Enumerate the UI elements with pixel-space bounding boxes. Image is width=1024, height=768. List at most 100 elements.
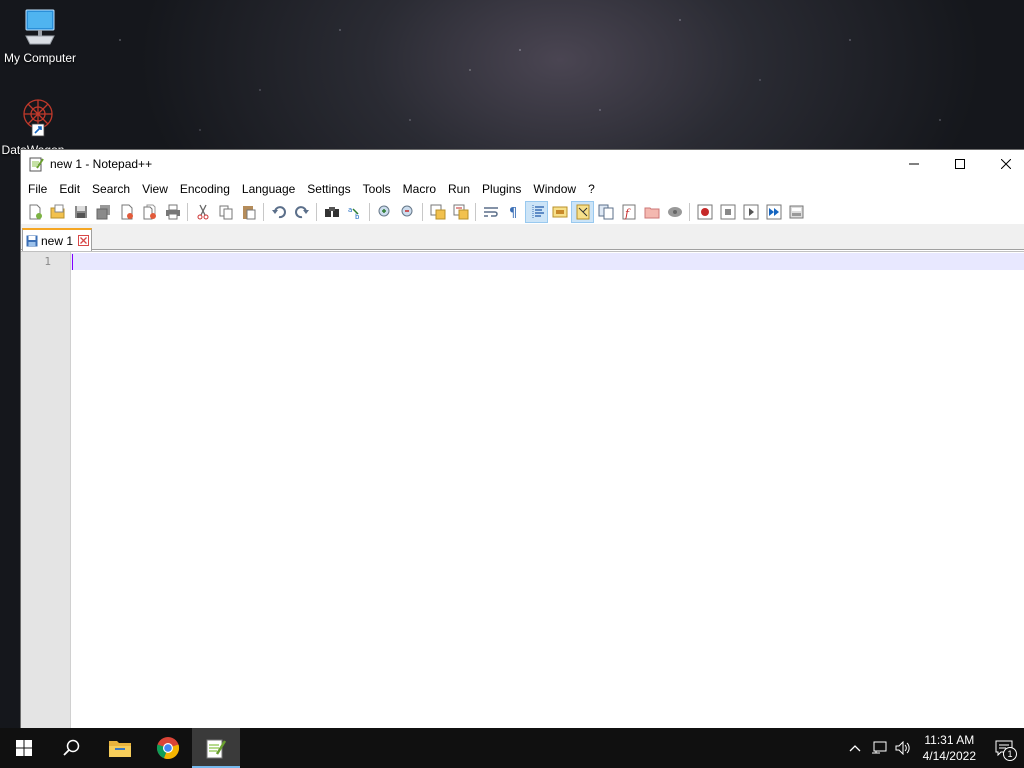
run-macro-multiple-icon [766, 204, 781, 220]
svg-text:a: a [348, 206, 352, 214]
menu-macro[interactable]: Macro [397, 178, 442, 200]
menu-language[interactable]: Language [236, 178, 301, 200]
save-button[interactable] [69, 201, 92, 223]
doc-map-icon [576, 204, 589, 220]
play-macro-button[interactable] [739, 201, 762, 223]
close-file-button[interactable] [115, 201, 138, 223]
show-all-chars-button[interactable]: ¶ [502, 201, 525, 223]
notepadpp-window: new 1 - Notepad++ File Edit Search View … [20, 149, 1024, 729]
notepadpp-taskbar-button[interactable] [192, 728, 240, 768]
replace-icon: ab [348, 206, 360, 220]
folder-workspace-button[interactable] [640, 201, 663, 223]
minimize-button[interactable] [891, 150, 937, 178]
toolbar-separator [475, 203, 476, 221]
menu-file[interactable]: File [22, 178, 53, 200]
stop-record-button[interactable] [716, 201, 739, 223]
chrome-button[interactable] [144, 728, 192, 768]
volume-button[interactable] [891, 728, 915, 768]
clock-time: 11:31 AM [924, 733, 975, 747]
run-macro-multiple-button[interactable] [762, 201, 785, 223]
function-list-button[interactable]: f [617, 201, 640, 223]
show-all-chars-icon: ¶ [509, 206, 517, 220]
menu-encoding[interactable]: Encoding [174, 178, 236, 200]
record-macro-button[interactable] [693, 201, 716, 223]
close-icon [80, 237, 87, 244]
folder-workspace-icon [644, 207, 659, 219]
paste-icon [242, 206, 255, 220]
tab-new-1[interactable]: new 1 [22, 228, 92, 251]
line-number: 1 [44, 255, 51, 268]
undo-button[interactable] [267, 201, 290, 223]
file-explorer-icon [109, 741, 131, 757]
menu-window[interactable]: Window [527, 178, 582, 200]
sync-vertical-button[interactable] [426, 201, 449, 223]
text-editor[interactable]: 1 [21, 251, 1024, 728]
maximize-icon [955, 159, 965, 169]
sync-horizontal-button[interactable] [449, 201, 472, 223]
language-icon [552, 206, 567, 218]
tab-label: new 1 [41, 233, 74, 248]
doc-list-button[interactable] [594, 201, 617, 223]
find-button[interactable] [320, 201, 343, 223]
print-button[interactable] [161, 201, 184, 223]
copy-button[interactable] [214, 201, 237, 223]
toolbar-separator [316, 203, 317, 221]
menu-settings[interactable]: Settings [301, 178, 356, 200]
zoom-in-button[interactable] [373, 201, 396, 223]
save-all-button[interactable] [92, 201, 115, 223]
new-file-button[interactable] [23, 201, 46, 223]
taskbar: 11:31 AM 4/14/2022 1 [0, 728, 1024, 768]
clock[interactable]: 11:31 AM 4/14/2022 [915, 732, 984, 764]
function-list-icon: f [622, 204, 635, 220]
cut-button[interactable] [191, 201, 214, 223]
close-all-button[interactable] [138, 201, 161, 223]
close-window-button[interactable] [983, 150, 1024, 178]
network-button[interactable] [867, 728, 891, 768]
menu-help[interactable]: ? [582, 178, 601, 200]
menu-bar: File Edit Search View Encoding Language … [21, 178, 1024, 200]
redo-icon [294, 206, 309, 219]
open-file-icon [50, 204, 64, 219]
word-wrap-icon [483, 207, 498, 217]
toolbar: ab ¶ f [21, 200, 1024, 224]
save-icon [74, 206, 87, 218]
replace-button[interactable]: ab [343, 201, 366, 223]
chrome-icon [156, 737, 180, 759]
search-button[interactable] [48, 728, 96, 768]
desktop-icon-my-computer[interactable]: My Computer [0, 6, 80, 65]
save-macro-button[interactable] [785, 201, 808, 223]
paste-button[interactable] [237, 201, 260, 223]
title-bar[interactable]: new 1 - Notepad++ [21, 150, 1024, 178]
menu-edit[interactable]: Edit [53, 178, 86, 200]
datawagon-icon [23, 99, 53, 137]
menu-view[interactable]: View [136, 178, 174, 200]
doc-map-button[interactable] [571, 201, 594, 223]
stop-record-icon [720, 204, 735, 220]
menu-run[interactable]: Run [442, 178, 476, 200]
close-all-icon [143, 204, 156, 220]
word-wrap-button[interactable] [479, 201, 502, 223]
maximize-button[interactable] [937, 150, 983, 178]
monitor-icon [25, 9, 55, 45]
zoom-out-button[interactable] [396, 201, 419, 223]
open-file-button[interactable] [46, 201, 69, 223]
indent-guide-button[interactable] [525, 201, 548, 223]
tab-close-button[interactable] [78, 235, 90, 246]
desktop-icon-datawagon[interactable]: DataWagon... [0, 96, 78, 157]
menu-search[interactable]: Search [86, 178, 136, 200]
monitoring-button[interactable] [663, 201, 686, 223]
desktop-icon-label: My Computer [3, 51, 77, 65]
notepadpp-app-icon [29, 157, 44, 172]
sync-horizontal-icon [453, 204, 468, 220]
file-explorer-button[interactable] [96, 728, 144, 768]
show-hidden-icons-button[interactable] [843, 728, 867, 768]
language-button[interactable] [548, 201, 571, 223]
zoom-in-icon [378, 205, 389, 217]
windows-start-icon [16, 740, 32, 756]
redo-button[interactable] [290, 201, 313, 223]
zoom-out-icon [401, 205, 412, 217]
action-center-button[interactable]: 1 [984, 728, 1024, 768]
menu-tools[interactable]: Tools [357, 178, 397, 200]
start-button[interactable] [0, 728, 48, 768]
menu-plugins[interactable]: Plugins [476, 178, 527, 200]
